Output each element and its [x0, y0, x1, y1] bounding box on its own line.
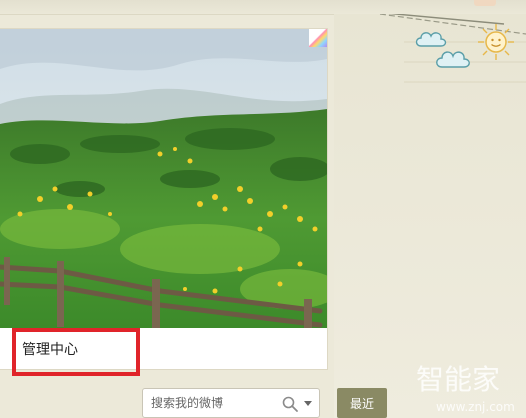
profile-card: 管理中心 [0, 28, 328, 370]
tab-recent[interactable]: 最近 [337, 388, 387, 418]
sun-icon [478, 24, 514, 60]
watermark: 智能家 www.znj.com [416, 363, 515, 414]
highlight-box [12, 328, 140, 376]
search-input[interactable] [147, 394, 281, 412]
chevron-down-icon[interactable] [303, 400, 313, 408]
cloud-icon [436, 51, 470, 68]
cover-photo[interactable] [0, 29, 327, 328]
photo-corner-badge[interactable] [309, 29, 327, 47]
top-strip [0, 0, 526, 15]
top-tab[interactable] [474, 0, 496, 6]
search-box[interactable] [142, 388, 320, 418]
watermark-url: www.znj.com [436, 400, 515, 414]
watermark-brand: 智能家 [416, 363, 500, 396]
search-icon[interactable] [281, 395, 299, 413]
